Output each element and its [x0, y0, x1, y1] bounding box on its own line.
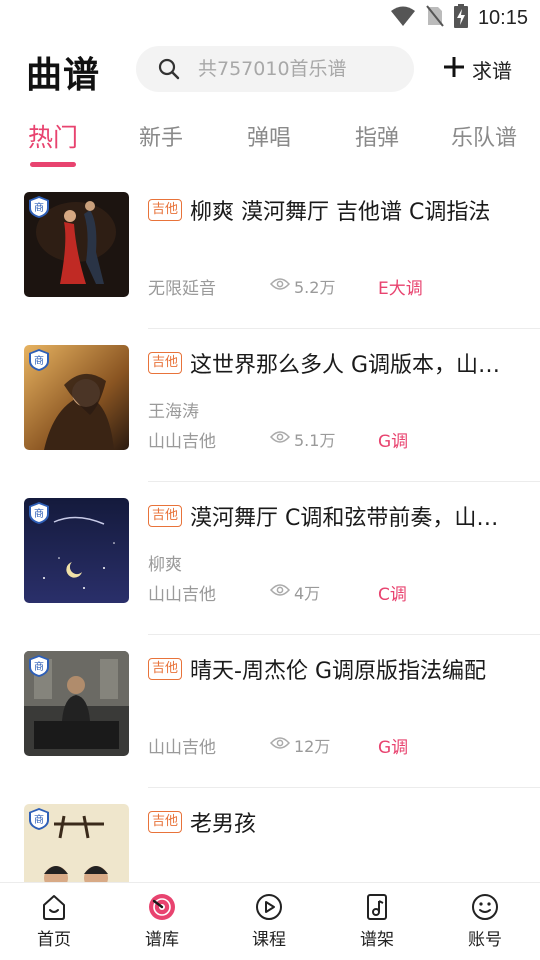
music-sheet-icon	[337, 893, 417, 921]
score-title: 漠河舞厅 C调和弦带前奏，山…	[190, 506, 499, 531]
key-label: G调	[378, 432, 409, 452]
svg-text:商: 商	[34, 660, 44, 673]
list-item[interactable]: 商 吉他 晴天-周杰伦 G调原版指法编配 山山吉他 12万 G调	[0, 635, 540, 788]
header: 曲谱 求谱	[0, 40, 540, 100]
commercial-badge: 商	[29, 349, 49, 371]
wifi-icon	[390, 5, 416, 31]
view-count: 5.1万	[269, 427, 335, 451]
nav-account[interactable]: 账号	[445, 893, 525, 957]
no-sim-icon	[426, 5, 444, 31]
record-icon	[122, 893, 202, 921]
score-title: 晴天-周杰伦 G调原版指法编配	[190, 659, 486, 684]
uploader: 山山吉他	[148, 738, 216, 758]
cover-image: 商	[24, 651, 129, 756]
search-input[interactable]	[198, 46, 398, 92]
request-score-label: 求谱	[472, 58, 512, 83]
cover-image: 商	[24, 345, 129, 450]
uploader: 山山吉他	[148, 585, 216, 605]
list-item[interactable]: 商 吉他 这世界那么多人 G调版本，山… 王海涛 山山吉他 5.1万 G调	[0, 329, 540, 482]
cover-image: 商	[24, 192, 129, 297]
score-title: 老男孩	[190, 812, 257, 837]
uploader: 山山吉他	[148, 432, 216, 452]
tab-hot[interactable]: 热门	[28, 118, 78, 154]
instrument-tag: 吉他	[148, 505, 183, 527]
score-list: 商 吉他 柳爽 漠河舞厅 吉他谱 C调指法 无限延音 5.2万 E大调 商 吉他…	[0, 176, 540, 882]
play-icon	[229, 893, 309, 921]
page-title: 曲谱	[26, 55, 101, 96]
score-title: 这世界那么多人 G调版本，山…	[190, 353, 501, 378]
nav-courses[interactable]: 课程	[229, 893, 309, 957]
cover-image: 商	[24, 498, 129, 603]
score-title: 柳爽 漠河舞厅 吉他谱 C调指法	[190, 200, 491, 225]
uploader: 无限延音	[148, 279, 216, 299]
instrument-tag: 吉他	[148, 658, 183, 680]
nav-library[interactable]: 谱库	[122, 893, 202, 957]
view-count: 12万	[269, 733, 330, 757]
tab-beginner[interactable]: 新手	[139, 120, 183, 152]
commercial-badge: 商	[29, 196, 49, 218]
eye-icon	[269, 430, 291, 449]
nav-label: 谱库	[145, 930, 179, 950]
nav-label: 首页	[37, 930, 71, 950]
key-label: C调	[378, 585, 407, 605]
svg-text:商: 商	[34, 201, 44, 214]
list-item[interactable]: 商 吉他 漠河舞厅 C调和弦带前奏，山… 柳爽 山山吉他 4万 C调	[0, 482, 540, 635]
instrument-tag: 吉他	[148, 352, 183, 374]
list-item[interactable]: 商 吉他 老男孩	[0, 788, 540, 882]
search-icon	[158, 58, 180, 80]
tab-fingerstyle[interactable]: 指弹	[355, 120, 399, 152]
home-icon	[14, 893, 94, 921]
view-count: 5.2万	[269, 274, 335, 298]
eye-icon	[269, 277, 291, 296]
tab-sing-along[interactable]: 弹唱	[247, 120, 291, 152]
plus-icon	[442, 55, 466, 83]
key-label: E大调	[378, 279, 423, 299]
nav-label: 课程	[252, 930, 286, 950]
key-label: G调	[378, 738, 409, 758]
category-tabs: 热门 新手 弹唱 指弹 乐队谱	[0, 108, 540, 170]
svg-text:商: 商	[34, 354, 44, 367]
view-count: 4万	[269, 580, 320, 604]
smiley-icon	[445, 893, 525, 921]
eye-icon	[269, 583, 291, 602]
nav-label: 账号	[468, 930, 502, 950]
search-box[interactable]	[136, 46, 414, 92]
request-score-button[interactable]: 求谱	[442, 52, 512, 86]
tab-band[interactable]: 乐队谱	[451, 120, 517, 152]
active-tab-indicator	[30, 162, 76, 167]
list-item[interactable]: 商 吉他 柳爽 漠河舞厅 吉他谱 C调指法 无限延音 5.2万 E大调	[0, 176, 540, 329]
battery-charging-icon	[453, 4, 468, 32]
svg-text:商: 商	[34, 507, 44, 520]
status-bar: 10:15	[0, 0, 540, 36]
commercial-badge: 商	[29, 808, 49, 830]
instrument-tag: 吉他	[148, 811, 183, 833]
commercial-badge: 商	[29, 502, 49, 524]
instrument-tag: 吉他	[148, 199, 183, 221]
status-time: 10:15	[477, 6, 528, 29]
artist: 王海涛	[148, 402, 199, 422]
nav-label: 谱架	[360, 930, 394, 950]
artist: 柳爽	[148, 555, 182, 575]
eye-icon	[269, 736, 291, 755]
nav-home[interactable]: 首页	[14, 893, 94, 957]
bottom-nav: 首页 谱库 课程 谱架 账号	[0, 882, 540, 960]
nav-score-shelf[interactable]: 谱架	[337, 893, 417, 957]
cover-image: 商	[24, 804, 129, 882]
commercial-badge: 商	[29, 655, 49, 677]
svg-text:商: 商	[34, 813, 44, 826]
